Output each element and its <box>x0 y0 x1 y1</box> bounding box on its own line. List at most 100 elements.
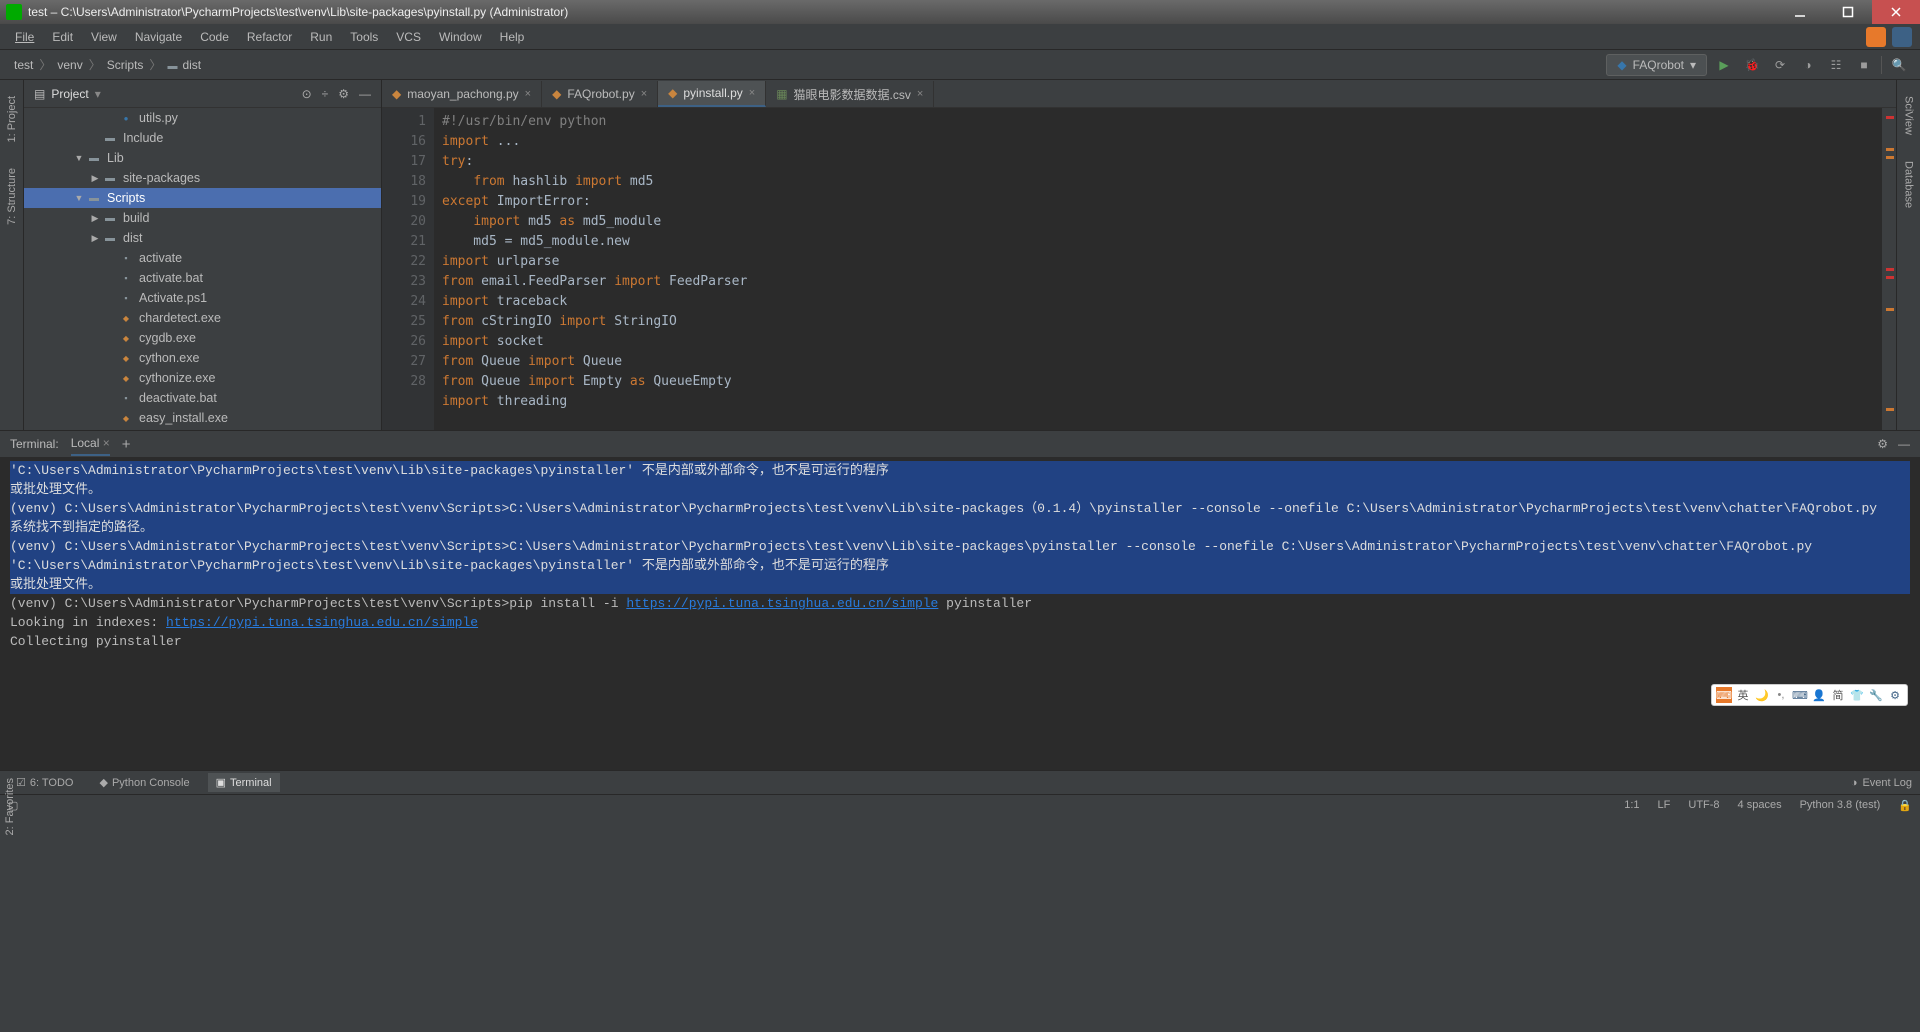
editor-tab[interactable]: ◆FAQrobot.py× <box>542 81 658 107</box>
editor-tab[interactable]: ▦猫眼电影数据数据.csv× <box>766 81 934 107</box>
help-icon[interactable] <box>1892 27 1912 47</box>
menu-refactor[interactable]: Refactor <box>240 27 299 47</box>
menu-run[interactable]: Run <box>303 27 339 47</box>
tree-node[interactable]: easy_install-3.8.exe <box>24 428 381 430</box>
project-panel-title[interactable]: Project <box>51 87 88 101</box>
warning-marker-icon[interactable] <box>1886 408 1894 411</box>
ime-punct-icon[interactable]: •, <box>1773 687 1789 703</box>
tree-node[interactable]: utils.py <box>24 108 381 128</box>
ime-settings-icon[interactable]: ⚙ <box>1887 687 1903 703</box>
project-tool-tab[interactable]: 1: Project <box>4 90 20 148</box>
structure-tool-tab[interactable]: 7: Structure <box>4 162 20 231</box>
search-everywhere-button[interactable]: 🔍 <box>1888 54 1910 76</box>
tree-node[interactable]: cygdb.exe <box>24 328 381 348</box>
editor-scrollbar[interactable] <box>1882 108 1896 430</box>
menu-window[interactable]: Window <box>432 27 489 47</box>
terminal-tool-tab[interactable]: ▣Terminal <box>208 773 280 792</box>
profile-button[interactable]: ◑ <box>1797 54 1819 76</box>
ime-simple-label[interactable]: 简 <box>1830 687 1846 703</box>
tree-node[interactable]: cython.exe <box>24 348 381 368</box>
locate-icon[interactable]: ⊙ <box>302 87 312 101</box>
terminal-tab[interactable]: Local × <box>71 432 110 456</box>
breadcrumb[interactable]: venv <box>53 58 86 72</box>
collapse-icon[interactable]: ÷ <box>322 87 329 101</box>
breadcrumb[interactable]: dist <box>163 58 205 72</box>
warning-marker-icon[interactable] <box>1886 156 1894 159</box>
warning-marker-icon[interactable] <box>1886 148 1894 151</box>
lock-icon[interactable]: 🔒 <box>1898 799 1912 812</box>
stop-button[interactable]: ■ <box>1853 54 1875 76</box>
event-log-tool-tab[interactable]: ◑Event Log <box>1851 777 1912 789</box>
project-tree[interactable]: utils.pyInclude▼Lib▶site-packages▼Script… <box>24 108 381 430</box>
gear-icon[interactable]: ⚙ <box>338 87 349 101</box>
close-icon[interactable]: × <box>917 88 923 100</box>
error-marker-icon[interactable] <box>1886 276 1894 279</box>
code-editor[interactable]: 116171819202122232425262728 #!/usr/bin/e… <box>382 108 1896 430</box>
ime-lang-label[interactable]: 英 <box>1735 687 1751 703</box>
run-with-coverage-button[interactable]: ⟳ <box>1769 54 1791 76</box>
tree-node[interactable]: activate <box>24 248 381 268</box>
error-marker-icon[interactable] <box>1886 268 1894 271</box>
close-icon[interactable]: × <box>525 88 531 100</box>
terminal-link[interactable]: https://pypi.tuna.tsinghua.edu.cn/simple <box>166 615 478 630</box>
tree-node[interactable]: ▶build <box>24 208 381 228</box>
tree-node[interactable]: ▶dist <box>24 228 381 248</box>
ime-toolbar[interactable]: ⌨ 英 🌙 •, ⌨ 👤 简 👕 🔧 ⚙ <box>1711 684 1908 706</box>
caret-position[interactable]: 1:1 <box>1624 799 1639 812</box>
ime-account-icon[interactable]: 👤 <box>1811 687 1827 703</box>
sciview-tool-tab[interactable]: SciView <box>1901 90 1917 141</box>
menu-code[interactable]: Code <box>193 27 236 47</box>
menu-edit[interactable]: Edit <box>45 27 80 47</box>
concurrency-button[interactable]: ☷ <box>1825 54 1847 76</box>
database-tool-tab[interactable]: Database <box>1901 155 1917 214</box>
tree-node[interactable]: ▼Scripts <box>24 188 381 208</box>
close-icon[interactable]: × <box>749 87 755 99</box>
gear-icon[interactable]: ⚙ <box>1877 437 1888 451</box>
hide-panel-icon[interactable]: — <box>359 87 371 101</box>
indent-setting[interactable]: 4 spaces <box>1738 799 1782 812</box>
run-config-selector[interactable]: ◆ FAQrobot ▾ <box>1606 54 1707 76</box>
ime-toolbox-icon[interactable]: 🔧 <box>1868 687 1884 703</box>
tree-node[interactable]: cythonize.exe <box>24 368 381 388</box>
hide-panel-icon[interactable]: — <box>1898 437 1910 451</box>
editor-tab[interactable]: ◆pyinstall.py× <box>658 81 766 107</box>
menu-tools[interactable]: Tools <box>343 27 385 47</box>
menu-view[interactable]: View <box>84 27 124 47</box>
tree-node[interactable]: deactivate.bat <box>24 388 381 408</box>
tree-node[interactable]: chardetect.exe <box>24 308 381 328</box>
error-marker-icon[interactable] <box>1886 116 1894 119</box>
terminal-output[interactable]: 'C:\Users\Administrator\PycharmProjects\… <box>0 457 1920 770</box>
code-content[interactable]: #!/usr/bin/env pythonimport ...try: from… <box>434 108 1882 430</box>
tree-node[interactable]: ▶site-packages <box>24 168 381 188</box>
tree-node[interactable]: Include <box>24 128 381 148</box>
menu-file[interactable]: File <box>8 27 41 47</box>
ime-skin-icon[interactable]: 👕 <box>1849 687 1865 703</box>
tree-node[interactable]: activate.bat <box>24 268 381 288</box>
window-minimize-button[interactable] <box>1776 0 1824 24</box>
line-separator[interactable]: LF <box>1658 799 1671 812</box>
file-encoding[interactable]: UTF-8 <box>1688 799 1719 812</box>
breadcrumb[interactable]: Scripts <box>103 58 148 72</box>
run-button[interactable]: ▶ <box>1713 54 1735 76</box>
window-maximize-button[interactable] <box>1824 0 1872 24</box>
tree-node[interactable]: Activate.ps1 <box>24 288 381 308</box>
plugin-icon[interactable] <box>1866 27 1886 47</box>
close-icon[interactable]: × <box>641 88 647 100</box>
menu-vcs[interactable]: VCS <box>389 27 428 47</box>
tree-node[interactable]: ▼Lib <box>24 148 381 168</box>
editor-tab[interactable]: ◆maoyan_pachong.py× <box>382 81 542 107</box>
favorites-tool-tab[interactable]: 2: Favorites <box>0 770 20 843</box>
warning-marker-icon[interactable] <box>1886 308 1894 311</box>
python-console-tool-tab[interactable]: ◆Python Console <box>91 773 197 792</box>
debug-button[interactable]: 🐞 <box>1741 54 1763 76</box>
ime-keyboard-icon[interactable]: ⌨ <box>1792 687 1808 703</box>
breadcrumb[interactable]: test <box>10 58 37 72</box>
ime-logo-icon[interactable]: ⌨ <box>1716 687 1732 703</box>
ime-mode-icon[interactable]: 🌙 <box>1754 687 1770 703</box>
tree-node[interactable]: easy_install.exe <box>24 408 381 428</box>
menu-help[interactable]: Help <box>493 27 532 47</box>
chevron-down-icon[interactable]: ▾ <box>95 87 101 101</box>
window-close-button[interactable] <box>1872 0 1920 24</box>
new-session-button[interactable]: + <box>122 436 131 453</box>
terminal-link[interactable]: https://pypi.tuna.tsinghua.edu.cn/simple <box>626 596 938 611</box>
